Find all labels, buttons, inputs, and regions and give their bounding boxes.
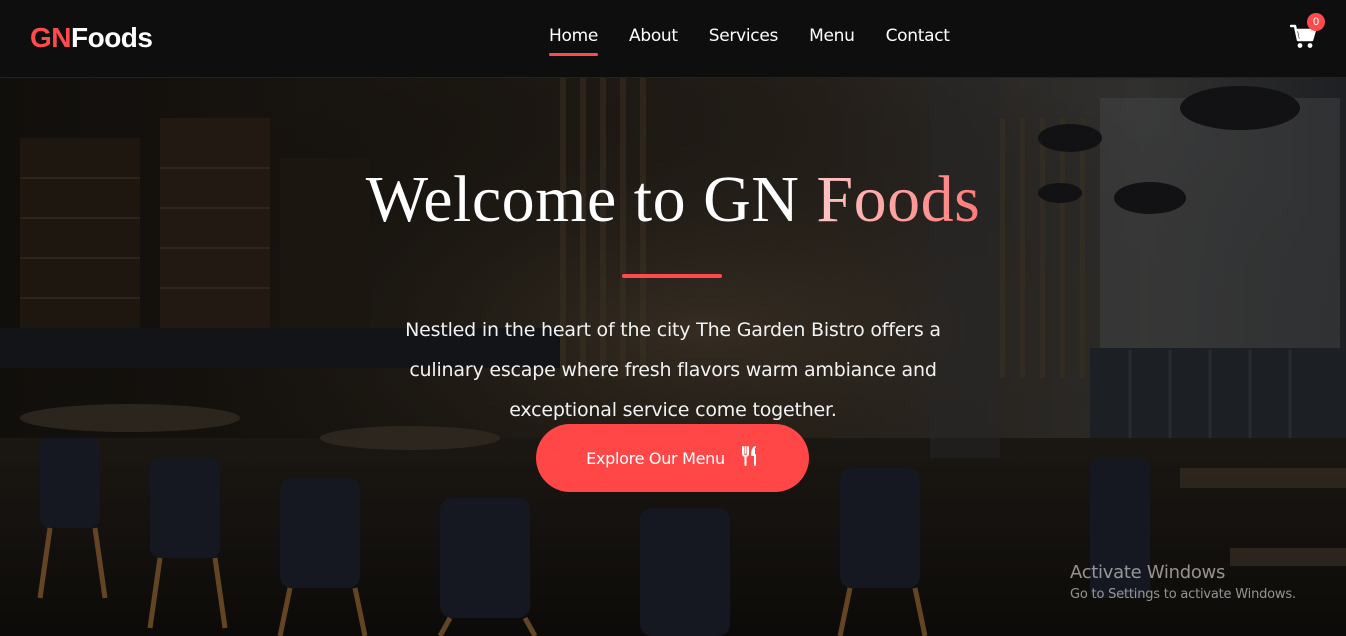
- brand-logo[interactable]: GNFoods: [30, 22, 153, 54]
- hero-title-accent: Foods: [816, 163, 981, 236]
- hero-title-main: Welcome to GN: [365, 163, 817, 236]
- watermark-line2: Go to Settings to activate Windows.: [1070, 587, 1296, 602]
- hero-divider: [622, 274, 722, 278]
- nav-contact[interactable]: Contact: [886, 26, 950, 56]
- nav-home[interactable]: Home: [549, 26, 598, 56]
- hero-description: Nestled in the heart of the city The Gar…: [405, 319, 941, 421]
- brand-logo-gn: GN: [30, 22, 72, 53]
- hero-section: Welcome to GN Foods Nestled in the heart…: [0, 78, 1346, 636]
- nav-services[interactable]: Services: [709, 26, 779, 56]
- explore-menu-button[interactable]: Explore Our Menu: [536, 424, 809, 492]
- nav-about[interactable]: About: [629, 26, 678, 56]
- cart-count-badge: 0: [1307, 13, 1325, 31]
- main-nav: Home About Services Menu Contact: [549, 26, 981, 56]
- watermark-line1: Activate Windows: [1070, 562, 1226, 583]
- hero-title: Welcome to GN Foods: [0, 162, 1346, 238]
- navbar: GNFoods Home About Services Menu Contact…: [0, 0, 1346, 78]
- windows-activation-watermark: Activate Windows Go to Settings to activ…: [1070, 562, 1296, 602]
- explore-menu-label: Explore Our Menu: [586, 448, 725, 468]
- brand-logo-foods: Foods: [71, 22, 153, 53]
- utensils-icon: [741, 446, 759, 470]
- nav-menu[interactable]: Menu: [809, 26, 855, 56]
